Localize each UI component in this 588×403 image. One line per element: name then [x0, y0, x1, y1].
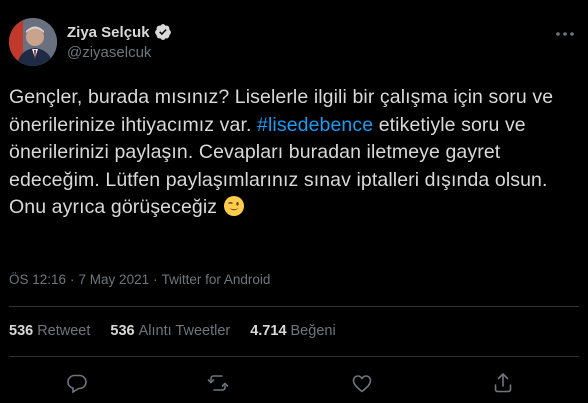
reply-icon[interactable]	[65, 371, 89, 395]
more-icon[interactable]	[553, 22, 577, 46]
tweet-card: Ziya Selçuk @ziyaselcuk Gençler, burada …	[0, 0, 588, 403]
display-name[interactable]: Ziya Selçuk	[67, 24, 150, 41]
hashtag-link[interactable]: #lisedebence	[257, 114, 373, 136]
quotes-label: Alıntı Tweetler	[138, 323, 231, 339]
like-icon[interactable]	[350, 371, 374, 395]
avatar[interactable]	[9, 18, 57, 66]
handle[interactable]: @ziyaselcuk	[67, 44, 172, 61]
tweet-header: Ziya Selçuk @ziyaselcuk	[9, 18, 579, 70]
engagement-stats: 536 Retweet 536 Alıntı Tweetler 4.714 Beğen…	[9, 323, 336, 339]
meta-separator-2: ·	[153, 272, 158, 287]
divider-top	[9, 306, 579, 307]
retweet-icon[interactable]	[206, 371, 230, 395]
tweet-meta: ÖS 12:16 · 7 May 2021 · Twitter for Android	[9, 272, 270, 287]
retweets-label: Retweet	[37, 323, 91, 339]
likes-stat[interactable]: 4.714 Beğeni	[250, 323, 335, 339]
tweet-time[interactable]: ÖS 12:16	[9, 272, 66, 287]
winking-face-icon	[223, 195, 245, 217]
action-bar	[0, 371, 588, 395]
quotes-stat[interactable]: 536 Alıntı Tweetler	[110, 323, 230, 339]
retweets-count: 536	[9, 323, 34, 339]
likes-label: Beğeni	[290, 323, 336, 339]
verified-icon	[154, 23, 172, 41]
retweets-stat[interactable]: 536 Retweet	[9, 323, 90, 339]
tweet-source[interactable]: Twitter for Android	[162, 272, 271, 287]
tweet-date[interactable]: 7 May 2021	[79, 272, 150, 287]
share-icon[interactable]	[491, 371, 515, 395]
meta-separator: ·	[70, 272, 75, 287]
divider-bottom	[9, 356, 579, 357]
author-block: Ziya Selçuk @ziyaselcuk	[67, 22, 172, 61]
quotes-count: 536	[110, 323, 135, 339]
tweet-text: Gençler, burada mısınız? Liselerle ilgil…	[9, 84, 569, 222]
likes-count: 4.714	[250, 323, 287, 339]
